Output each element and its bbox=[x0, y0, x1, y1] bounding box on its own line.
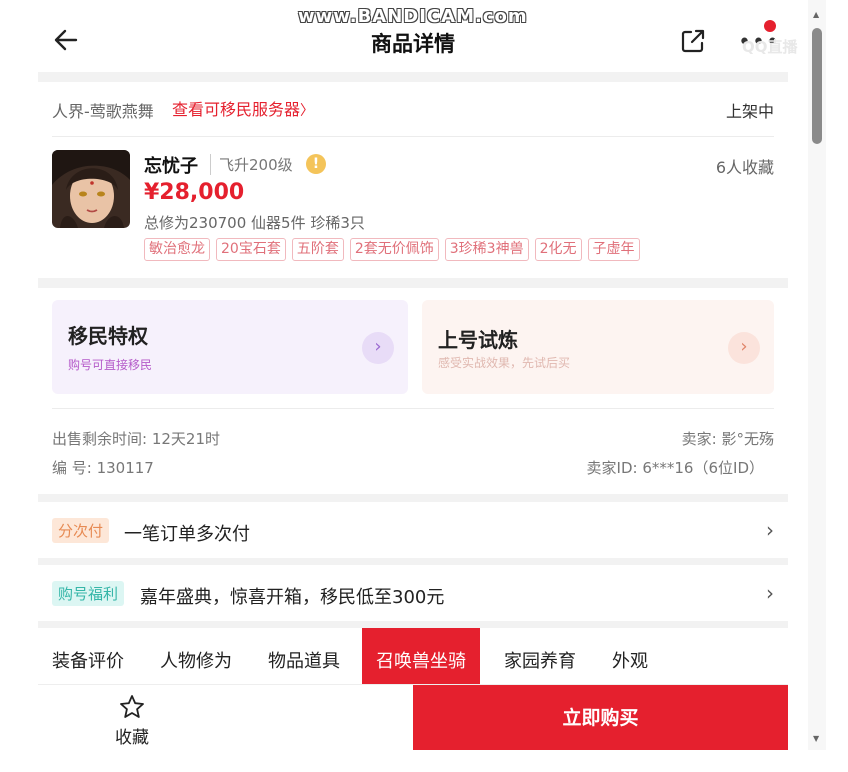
page: 商品详情 ••• 人界-莺歌燕舞 查看可移民服务器〉 上架中 忘忧子 飞升200… bbox=[38, 0, 788, 750]
installment-badge: 分次付 bbox=[52, 518, 110, 543]
migration-servers-link[interactable]: 查看可移民服务器〉 bbox=[172, 96, 314, 120]
detail-tabs: 装备评价 人物修为 物品道具 召唤兽坐骑 家园养育 外观 bbox=[38, 628, 788, 684]
server-name: 人界-莺歌燕舞 bbox=[52, 102, 154, 121]
favorite-count: 6人收藏 bbox=[715, 158, 774, 177]
installment-row[interactable]: 分次付 一笔订单多次付 › bbox=[38, 502, 788, 558]
time-left: 出售剩余时间: 12天21时 bbox=[52, 430, 220, 448]
chevron-right-icon[interactable]: › bbox=[362, 332, 394, 364]
bottom-action-bar: 收藏 立即购买 bbox=[38, 684, 788, 750]
tag: 2化无 bbox=[534, 238, 582, 261]
migration-privilege-subtitle: 购号可直接移民 bbox=[68, 358, 153, 372]
warning-icon[interactable]: ! bbox=[306, 154, 326, 174]
character-avatar[interactable] bbox=[52, 150, 130, 228]
scroll-down-icon[interactable]: ▼ bbox=[813, 734, 819, 743]
migration-privilege-title: 移民特权 bbox=[68, 324, 148, 348]
seller-id: 卖家ID: 6***16（6位ID） bbox=[586, 459, 764, 477]
serial-number: 编 号: 130117 bbox=[52, 459, 154, 477]
welfare-row[interactable]: 购号福利 嘉年盛典，惊喜开箱，移民低至300元 › bbox=[38, 565, 788, 621]
migration-privilege-card[interactable]: 移民特权 购号可直接移民 › bbox=[52, 300, 408, 394]
promo-card: 移民特权 购号可直接移民 › 上号试炼 感受实战效果，先试后买 › 出售剩余时间… bbox=[38, 288, 788, 494]
page-title: 商品详情 bbox=[371, 32, 455, 56]
recording-watermark: www.BANDICAM.com bbox=[298, 6, 528, 27]
character-level: 飞升200级 bbox=[210, 154, 293, 175]
tab-appearance[interactable]: 外观 bbox=[598, 628, 662, 684]
share-icon[interactable] bbox=[680, 28, 706, 54]
tag: 20宝石套 bbox=[216, 238, 286, 261]
star-icon bbox=[120, 695, 144, 718]
installment-text: 一笔订单多次付 bbox=[124, 524, 250, 545]
welfare-text: 嘉年盛典，惊喜开箱，移民低至300元 bbox=[140, 587, 445, 608]
chevron-right-icon: › bbox=[766, 581, 774, 605]
account-card: 人界-莺歌燕舞 查看可移民服务器〉 上架中 忘忧子 飞升200级 ! 6人收藏 … bbox=[38, 82, 788, 278]
tab-character-cultivation[interactable]: 人物修为 bbox=[146, 628, 246, 684]
chevron-right-icon: 〉 bbox=[300, 103, 315, 119]
scrollbar[interactable]: ▲ ▼ bbox=[808, 0, 826, 750]
welfare-badge: 购号福利 bbox=[52, 581, 125, 606]
tag: 五阶套 bbox=[291, 238, 344, 261]
favorite-label: 收藏 bbox=[115, 728, 149, 748]
tab-items[interactable]: 物品道具 bbox=[254, 628, 354, 684]
migration-servers-label: 查看可移民服务器 bbox=[172, 100, 301, 119]
listing-status: 上架中 bbox=[725, 102, 774, 121]
favorite-button[interactable]: 收藏 bbox=[38, 685, 226, 750]
seller-name: 卖家: 影°无殇 bbox=[681, 430, 774, 448]
tag: 3珍稀3神兽 bbox=[444, 238, 529, 261]
tag: 2套无价佩饰 bbox=[349, 238, 439, 261]
tag: 敏治愈龙 bbox=[144, 238, 210, 261]
divider bbox=[52, 408, 774, 409]
trial-play-title: 上号试炼 bbox=[438, 328, 518, 352]
divider bbox=[52, 136, 774, 137]
chevron-right-icon: › bbox=[766, 518, 774, 542]
tab-equipment-rating[interactable]: 装备评价 bbox=[38, 628, 138, 684]
character-name: 忘忧子 bbox=[144, 156, 198, 177]
buy-now-button[interactable]: 立即购买 bbox=[413, 685, 788, 750]
tag-list: 敏治愈龙 20宝石套 五阶套 2套无价佩饰 3珍稀3神兽 2化无 子虚年 bbox=[144, 238, 640, 261]
trial-play-subtitle: 感受实战效果，先试后买 bbox=[438, 356, 571, 370]
corner-watermark: QQ直播 bbox=[742, 38, 798, 56]
scroll-up-icon[interactable]: ▲ bbox=[813, 10, 819, 19]
avatar-image bbox=[52, 150, 130, 228]
price: ¥28,000 bbox=[144, 180, 245, 205]
tab-summons-mounts[interactable]: 召唤兽坐骑 bbox=[362, 628, 480, 684]
character-stats: 总修为230700 仙器5件 珍稀3只 bbox=[144, 214, 365, 232]
tag: 子虚年 bbox=[587, 238, 640, 261]
chevron-right-icon[interactable]: › bbox=[728, 332, 760, 364]
tab-homestead[interactable]: 家园养育 bbox=[490, 628, 590, 684]
trial-play-card[interactable]: 上号试炼 感受实战效果，先试后买 › bbox=[422, 300, 774, 394]
notification-dot bbox=[764, 20, 776, 32]
scrollbar-thumb[interactable] bbox=[812, 28, 822, 144]
